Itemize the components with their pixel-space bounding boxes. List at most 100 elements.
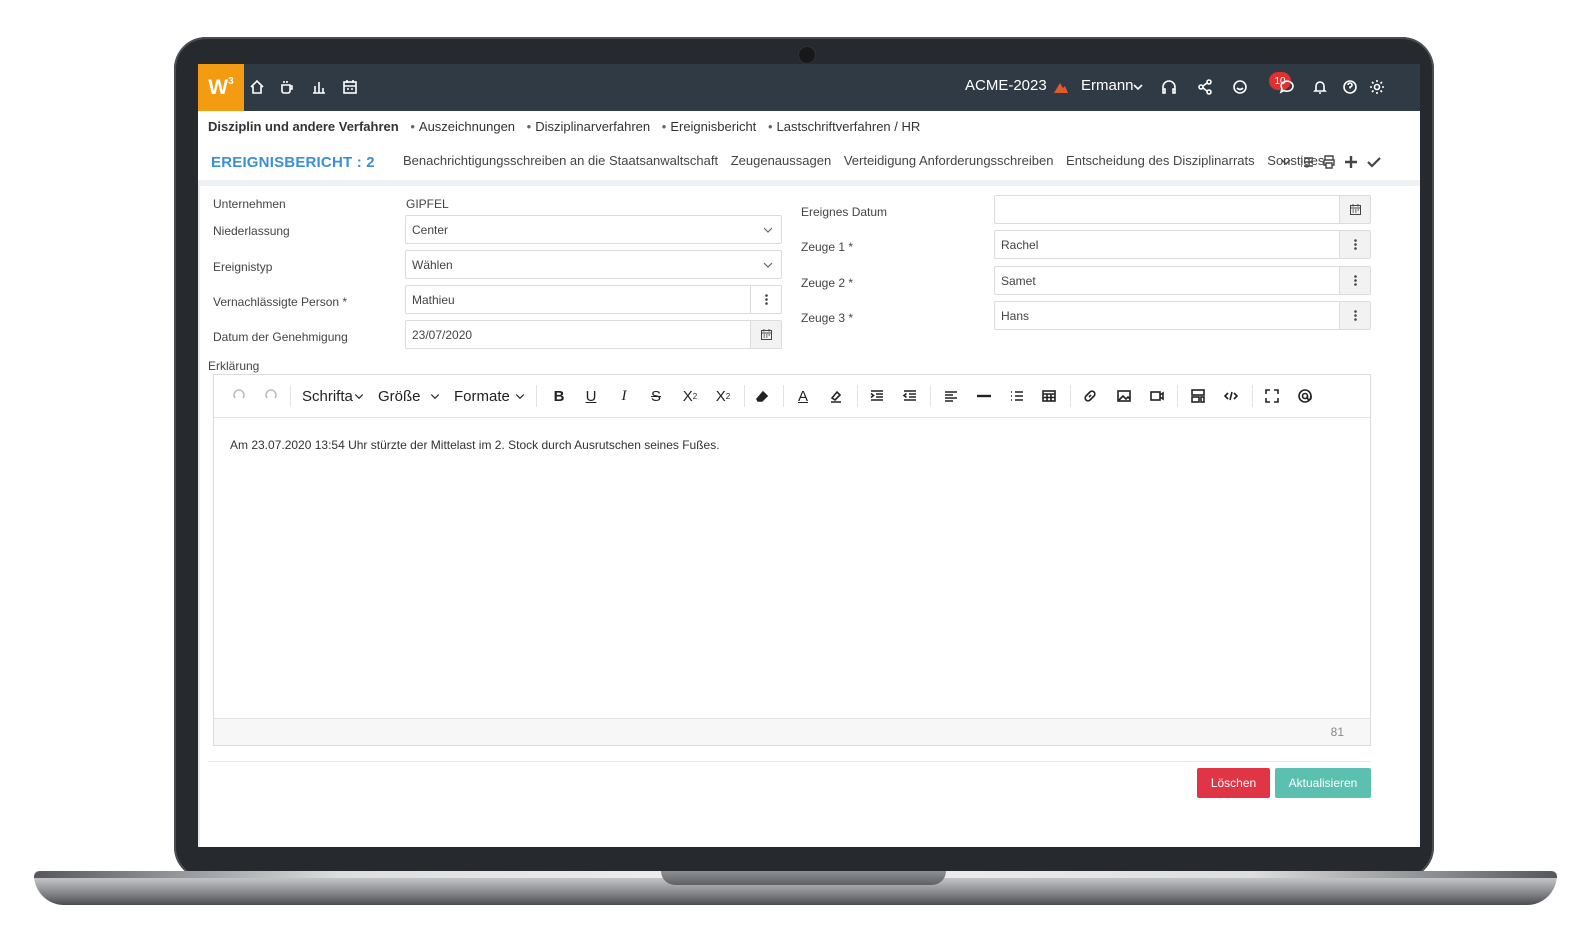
- tab-zeugenaussagen[interactable]: Zeugenaussagen: [731, 153, 831, 168]
- chat-icon[interactable]: [1276, 76, 1298, 98]
- gear-icon[interactable]: [1366, 76, 1388, 98]
- bell-icon[interactable]: [1309, 76, 1331, 98]
- zeuge1-value: Rachel: [1001, 238, 1039, 252]
- bold-icon[interactable]: B: [550, 385, 568, 407]
- tab-verteidigung[interactable]: Verteidigung Anforderungsschreiben: [844, 153, 1054, 168]
- list-icon[interactable]: [1297, 152, 1317, 172]
- help-icon[interactable]: [1339, 76, 1361, 98]
- code-view-icon[interactable]: [1222, 385, 1240, 407]
- niederlassung-select[interactable]: Center: [405, 215, 782, 244]
- toolbar-divider: [783, 385, 784, 407]
- user-avatar-icon: [1050, 76, 1072, 98]
- rich-text-editor: Schrifta Größe Formate B U I S X2 X2 A A…: [213, 374, 1371, 746]
- webcam: [798, 46, 816, 64]
- underline-icon[interactable]: U: [582, 385, 600, 407]
- delete-button[interactable]: Löschen: [1197, 768, 1270, 798]
- align-left-icon[interactable]: [942, 385, 960, 407]
- ereignis-datum-label: Ereignes Datum: [801, 205, 888, 219]
- zeuge1-menu-button[interactable]: [1339, 231, 1370, 258]
- subscript-icon[interactable]: X2: [679, 385, 701, 407]
- eraser-icon[interactable]: [753, 385, 771, 407]
- toolbar-divider: [857, 385, 858, 407]
- app-logo[interactable]: W3: [198, 64, 244, 111]
- highlight-icon[interactable]: [827, 385, 845, 407]
- ereignistyp-value: Wählen: [412, 258, 453, 272]
- character-count: 81: [1330, 725, 1344, 739]
- mention-icon[interactable]: [1296, 385, 1314, 407]
- tab-entscheidung[interactable]: Entscheidung des Disziplinarrats: [1066, 153, 1255, 168]
- size-dropdown[interactable]: Größe: [378, 385, 441, 407]
- more-vertical-icon: [1353, 310, 1357, 321]
- outdent-icon[interactable]: [901, 385, 919, 407]
- fullscreen-icon[interactable]: [1263, 385, 1281, 407]
- coffee-icon[interactable]: [276, 76, 298, 98]
- ereignistyp-label: Ereignistyp: [213, 260, 273, 274]
- chevron-down-icon[interactable]: [1127, 76, 1149, 98]
- template-icon[interactable]: [1189, 385, 1207, 407]
- zeuge3-menu-button[interactable]: [1339, 302, 1370, 329]
- calendar-icon[interactable]: [339, 76, 361, 98]
- table-icon[interactable]: [1040, 385, 1058, 407]
- format-dropdown[interactable]: Formate: [454, 385, 526, 407]
- update-button[interactable]: Aktualisieren: [1275, 768, 1371, 798]
- unternehmen-label: Unternehmen: [213, 197, 286, 211]
- editor-statusbar: 81: [214, 718, 1370, 745]
- breadcrumb-item-disziplin[interactable]: Disziplin und andere Verfahren: [208, 119, 399, 134]
- ereignis-datum-input[interactable]: [994, 195, 1371, 224]
- zeuge1-input[interactable]: Rachel: [994, 230, 1371, 259]
- user-name[interactable]: Ermann: [1081, 77, 1134, 94]
- screen: W3 ACME-2023 Ermann 10 Disziplin und and…: [198, 64, 1420, 847]
- content-left-border: [198, 180, 200, 847]
- person-menu-button[interactable]: [750, 286, 781, 313]
- chevron-down-icon: [763, 262, 773, 268]
- tab-benachrichtigungsschreiben[interactable]: Benachrichtigungsschreiben an die Staats…: [403, 153, 718, 168]
- strikethrough-icon[interactable]: S: [647, 385, 665, 407]
- home-icon[interactable]: [246, 76, 268, 98]
- breadcrumb-item-lastschriftverfahren[interactable]: Lastschriftverfahren / HR: [777, 119, 921, 134]
- editor-content[interactable]: Am 23.07.2020 13:54 Uhr stürzte der Mitt…: [230, 438, 720, 452]
- horizontal-rule-icon[interactable]: [975, 385, 993, 407]
- zeuge3-input[interactable]: Hans: [994, 301, 1371, 330]
- share-icon[interactable]: [1194, 76, 1216, 98]
- italic-icon[interactable]: I: [615, 385, 633, 407]
- video-icon[interactable]: [1148, 385, 1166, 407]
- toolbar-divider: [1070, 385, 1071, 407]
- smiley-icon[interactable]: [1229, 76, 1251, 98]
- image-icon[interactable]: [1115, 385, 1133, 407]
- indent-icon[interactable]: [868, 385, 886, 407]
- company-name[interactable]: ACME-2023: [965, 77, 1047, 94]
- headset-icon[interactable]: [1158, 76, 1180, 98]
- font-dropdown[interactable]: Schrifta: [302, 385, 365, 407]
- ereignistyp-select[interactable]: Wählen: [405, 250, 782, 279]
- link-icon[interactable]: [1081, 385, 1099, 407]
- toolbar-divider: [536, 385, 537, 407]
- editor-toolbar: Schrifta Größe Formate B U I S X2 X2 A: [214, 375, 1370, 418]
- bullet-list-icon[interactable]: [1008, 385, 1026, 407]
- zeuge2-input[interactable]: Samet: [994, 266, 1371, 295]
- breadcrumb-item-auszeichnungen[interactable]: Auszeichnungen: [419, 119, 515, 134]
- ereignis-datum-calendar-button[interactable]: [1339, 196, 1370, 223]
- chevron-down-icon: [763, 227, 773, 233]
- print-icon[interactable]: [1319, 152, 1339, 172]
- niederlassung-value: Center: [412, 223, 449, 237]
- undo-icon[interactable]: [230, 385, 248, 407]
- toolbar-divider: [1177, 385, 1178, 407]
- more-vertical-icon: [1353, 275, 1357, 286]
- add-icon[interactable]: [1341, 152, 1361, 172]
- text-color-icon[interactable]: A: [794, 385, 812, 407]
- sonstiges-chevron-icon[interactable]: [1276, 152, 1296, 172]
- check-icon[interactable]: [1364, 152, 1384, 172]
- datum-value: 23/07/2020: [412, 328, 473, 342]
- zeuge2-menu-button[interactable]: [1339, 267, 1370, 294]
- redo-icon[interactable]: [262, 385, 280, 407]
- person-input[interactable]: Mathieu: [405, 285, 782, 314]
- breadcrumb-item-ereignisbericht[interactable]: Ereignisbericht: [670, 119, 756, 134]
- zeuge1-label: Zeuge 1 *: [801, 240, 854, 254]
- datum-calendar-button[interactable]: [750, 321, 781, 348]
- superscript-icon[interactable]: X2: [712, 385, 734, 407]
- bar-chart-icon[interactable]: [308, 76, 330, 98]
- datum-input[interactable]: 23/07/2020: [405, 320, 782, 349]
- toolbar-divider: [744, 385, 745, 407]
- laptop-notch: [661, 871, 946, 885]
- breadcrumb-item-disziplinarverfahren[interactable]: Disziplinarverfahren: [535, 119, 650, 134]
